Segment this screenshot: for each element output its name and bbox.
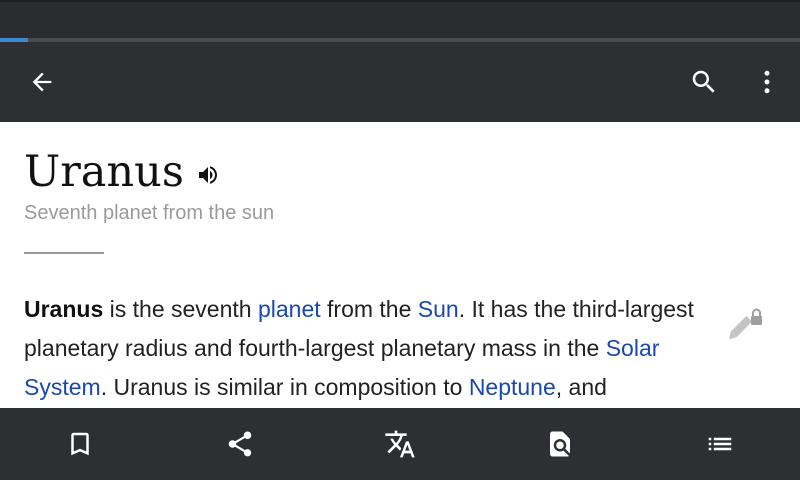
article-title: Uranus — [24, 147, 184, 197]
table-of-contents-button[interactable] — [696, 420, 744, 468]
share-icon — [228, 431, 252, 457]
volume-icon — [198, 166, 217, 184]
intro-text-5: , and — [555, 374, 607, 400]
bookmark-icon — [71, 432, 89, 456]
intro-text-2: from the — [320, 296, 418, 322]
app-toolbar — [0, 42, 800, 122]
find-in-page-icon — [550, 431, 570, 457]
link-planet[interactable]: planet — [258, 296, 321, 322]
header-divider — [24, 252, 104, 254]
contents-list-icon — [708, 437, 732, 451]
intro-text-1: is the seventh — [103, 296, 258, 322]
intro-text-4: . Uranus is similar in composition to — [100, 374, 469, 400]
link-neptune[interactable]: Neptune — [469, 374, 556, 400]
find-in-page-button[interactable] — [536, 420, 584, 468]
bookmark-button[interactable] — [56, 420, 104, 468]
article-action-bar — [0, 408, 800, 480]
article-header: Uranus — [24, 144, 222, 200]
change-language-button[interactable] — [376, 420, 424, 468]
edit-section-button[interactable] — [722, 306, 766, 346]
share-button[interactable] — [216, 420, 264, 468]
back-button[interactable] — [18, 58, 66, 106]
arrow-left-icon — [32, 72, 52, 92]
translate-icon — [385, 430, 415, 458]
article-subject-bold: Uranus — [24, 296, 104, 322]
overflow-menu-button[interactable] — [743, 58, 791, 106]
pronunciation-audio-button[interactable] — [194, 161, 222, 189]
status-bar — [0, 0, 800, 38]
search-button[interactable] — [680, 58, 728, 106]
link-sun[interactable]: Sun — [418, 296, 459, 322]
article-content: Uranus Seventh planet from the sun Uranu… — [0, 122, 800, 408]
edit-locked-icon — [728, 308, 762, 340]
more-vert-icon — [764, 70, 770, 94]
article-description: Seventh planet from the sun — [24, 202, 275, 224]
status-bar-edge — [0, 0, 800, 2]
article-intro-paragraph: Uranus is the seventh planet from the Su… — [24, 290, 744, 407]
search-icon — [692, 70, 715, 93]
